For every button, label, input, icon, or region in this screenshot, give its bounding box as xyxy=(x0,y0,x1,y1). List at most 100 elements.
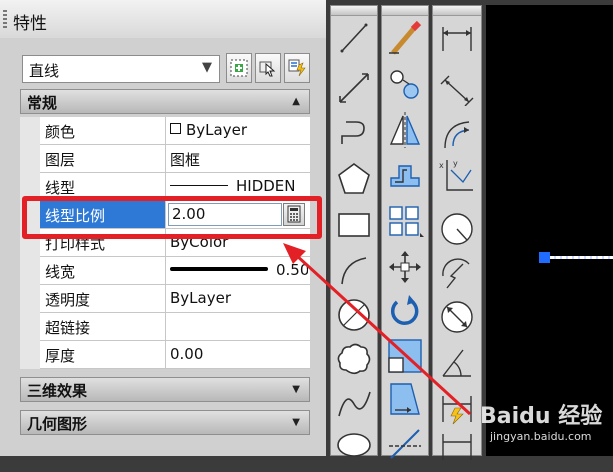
ellipse-tool-button[interactable] xyxy=(334,426,374,464)
toolbar-grip[interactable] xyxy=(433,6,481,16)
property-value[interactable]: 图框 xyxy=(170,149,308,170)
aligned-dimension-button[interactable] xyxy=(437,68,477,107)
property-name: 颜色 xyxy=(40,117,166,144)
move-tool-button[interactable] xyxy=(385,248,425,286)
linear-dimension-button[interactable] xyxy=(437,19,477,57)
quick-dimension-button[interactable] xyxy=(437,388,477,426)
quick-select-button[interactable] xyxy=(284,53,310,83)
property-row-color[interactable]: 颜色 ByLayer xyxy=(20,117,310,145)
section-geometry[interactable]: 几何图形 ▼ xyxy=(20,410,310,435)
eraser-icon xyxy=(389,20,422,55)
rectangle-tool-button[interactable] xyxy=(334,206,374,244)
arc-icon xyxy=(341,257,367,285)
annotation-highlight-box xyxy=(22,196,322,239)
property-name: 超链接 xyxy=(40,313,166,340)
color-swatch-icon xyxy=(170,123,181,134)
chevron-down-icon: ▼ xyxy=(202,60,212,75)
construction-line-button[interactable] xyxy=(334,68,374,106)
toolbar-grip[interactable] xyxy=(382,6,428,16)
array-tool-button[interactable] xyxy=(385,202,425,240)
section-3d-label: 三维效果 xyxy=(27,382,88,400)
pickadd-icon xyxy=(230,59,248,77)
mirror-tool-button[interactable] xyxy=(385,110,425,148)
toolbar-grip[interactable] xyxy=(331,6,377,16)
radius-dimension-button[interactable] xyxy=(437,210,477,248)
circle-tool-button[interactable] xyxy=(334,296,374,334)
property-row-layer[interactable]: 图层 图框 xyxy=(20,145,310,173)
move-icon xyxy=(389,251,421,283)
copy-objects-icon xyxy=(390,70,419,99)
quick-dimension-icon xyxy=(442,396,472,425)
ellipse-icon xyxy=(337,433,371,457)
arc-tool-button[interactable] xyxy=(334,252,374,290)
property-name: 厚度 xyxy=(40,341,166,368)
rotate-icon xyxy=(390,295,419,325)
property-value-text: ByLayer xyxy=(186,121,247,139)
svg-text:x: x xyxy=(439,161,444,170)
scale-tool-button[interactable] xyxy=(385,336,425,374)
property-value[interactable]: ByLayer xyxy=(170,289,308,307)
property-value[interactable]: ByLayer xyxy=(170,121,308,139)
trim-icon xyxy=(389,429,421,459)
object-type-select[interactable]: 直线 ▼ xyxy=(22,55,220,83)
ordinate-icon: xy xyxy=(439,159,473,191)
object-type-value: 直线 xyxy=(29,62,60,80)
row-gutter xyxy=(20,285,40,313)
rotate-tool-button[interactable] xyxy=(385,292,425,330)
property-row-transparency[interactable]: 透明度 ByLayer xyxy=(20,285,310,313)
aligned-dimension-icon xyxy=(440,75,474,107)
rectangle-icon xyxy=(338,213,370,237)
property-row-thickness[interactable]: 厚度 0.00 xyxy=(20,341,310,369)
spline-tool-button[interactable] xyxy=(334,384,374,422)
property-row-hyperlink[interactable]: 超链接 xyxy=(20,313,310,341)
diameter-icon xyxy=(441,301,473,333)
row-gutter xyxy=(20,313,40,341)
array-icon xyxy=(389,206,424,237)
row-gutter xyxy=(20,145,40,173)
offset-icon xyxy=(390,165,420,187)
stretch-tool-button[interactable] xyxy=(385,380,425,418)
baseline-dimension-button[interactable] xyxy=(437,430,477,468)
collapse-icon: ▲ xyxy=(292,96,300,107)
palette-title: 特性 xyxy=(13,14,47,34)
palette-title-bar[interactable]: 特性 xyxy=(0,0,326,39)
property-value[interactable]: 0.50 ... xyxy=(170,261,308,279)
erase-tool-button[interactable] xyxy=(385,19,425,57)
polyline-tool-button[interactable] xyxy=(334,114,374,152)
jogged-dimension-button[interactable] xyxy=(437,254,477,292)
ordinate-dimension-button[interactable]: xy xyxy=(437,156,477,194)
line-tool-button[interactable] xyxy=(334,19,374,57)
selected-line-entity[interactable] xyxy=(550,256,613,259)
select-objects-icon xyxy=(259,61,276,77)
select-objects-button[interactable] xyxy=(255,53,281,83)
toggle-pickadd-button[interactable] xyxy=(226,53,252,83)
circle-icon xyxy=(338,299,370,331)
revcloud-icon xyxy=(337,343,371,375)
property-row-lineweight[interactable]: 线宽 0.50 ... xyxy=(20,257,310,285)
section-geometry-label: 几何图形 xyxy=(27,415,88,433)
property-value[interactable]: HIDDEN xyxy=(170,177,308,195)
xline-icon xyxy=(339,73,369,103)
section-general-label: 常规 xyxy=(27,94,58,112)
property-value-text: 0.50 ... xyxy=(276,261,308,279)
copy-tool-button[interactable] xyxy=(385,64,425,102)
drawing-canvas[interactable] xyxy=(486,5,613,456)
property-name: 线宽 xyxy=(40,257,166,284)
lineweight-sample-icon xyxy=(170,267,268,271)
property-value[interactable]: 0.00 xyxy=(170,345,308,363)
trim-tool-button[interactable] xyxy=(385,424,425,462)
angular-dimension-button[interactable] xyxy=(437,342,477,380)
polygon-tool-button[interactable] xyxy=(334,160,374,198)
palette-grip-icon[interactable] xyxy=(3,10,7,28)
arc-length-dimension-button[interactable] xyxy=(437,114,477,152)
diameter-dimension-button[interactable] xyxy=(437,298,477,336)
polygon-icon xyxy=(338,163,370,194)
offset-tool-button[interactable] xyxy=(385,156,425,194)
line-endpoint-grip[interactable] xyxy=(539,252,550,263)
section-3d-effects[interactable]: 三维效果 ▼ xyxy=(20,377,310,402)
properties-palette: 特性 直线 ▼ 常规 ▲ 颜色 ByLayer 图层 图框 线型 HIDDEN … xyxy=(0,0,326,456)
line-icon xyxy=(340,23,368,53)
section-general[interactable]: 常规 ▲ xyxy=(20,89,310,114)
revcloud-tool-button[interactable] xyxy=(334,340,374,378)
polyline-icon xyxy=(341,121,365,144)
